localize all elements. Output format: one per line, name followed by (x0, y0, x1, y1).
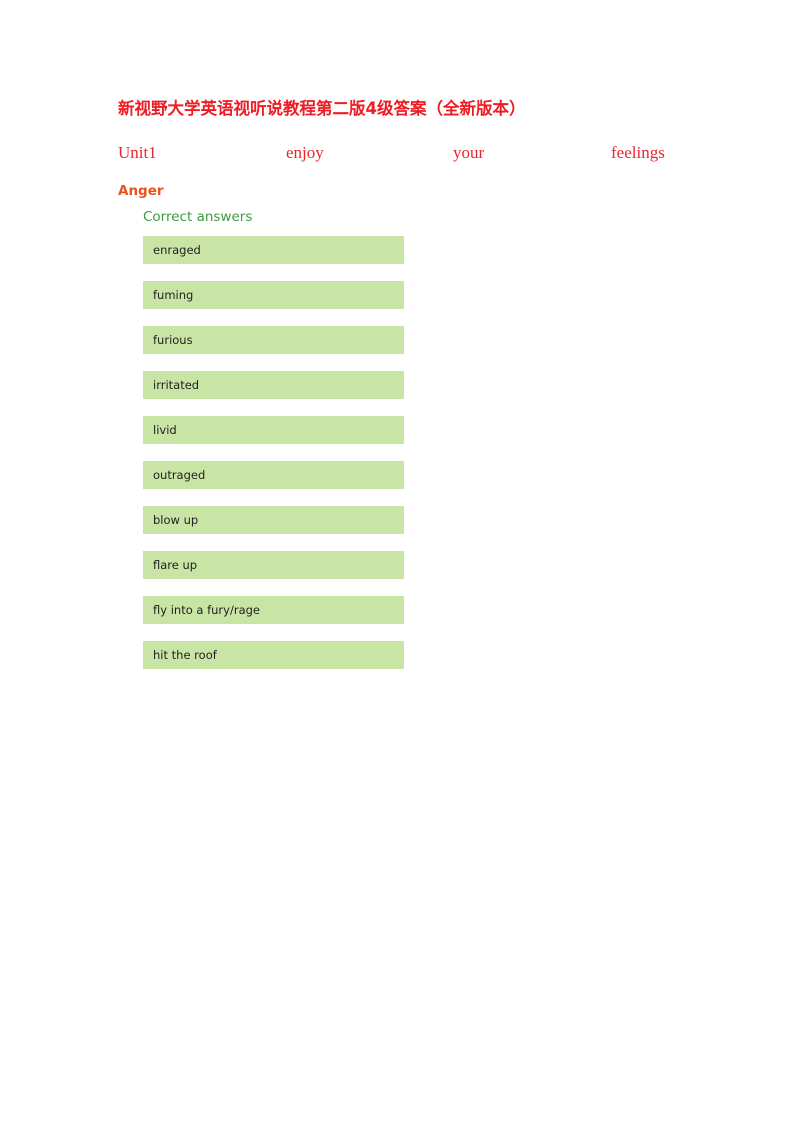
list-item: fly into a fury/rage (143, 596, 404, 624)
unit-word-your: your (453, 143, 485, 162)
list-item: livid (143, 416, 404, 444)
correct-answers-label: Correct answers (143, 209, 253, 225)
list-item: hit the roof (143, 641, 404, 669)
list-item: fuming (143, 281, 404, 309)
answer-list: enraged fuming furious irritated livid o… (143, 236, 404, 669)
unit-heading-line: Unit1 enjoy your feelings (118, 140, 678, 166)
document-page: 新视野大学英语视听说教程第二版4级答案（全新版本） Unit1 enjoy yo… (0, 0, 793, 1122)
section-heading-anger: Anger (118, 183, 164, 199)
list-item: blow up (143, 506, 404, 534)
unit-word-enjoy: enjoy (286, 143, 324, 162)
list-item: outraged (143, 461, 404, 489)
list-item: irritated (143, 371, 404, 399)
list-item: flare up (143, 551, 404, 579)
unit-word-unit1: Unit1 (118, 143, 157, 162)
document-content: 新视野大学英语视听说教程第二版4级答案（全新版本） Unit1 enjoy yo… (118, 98, 678, 669)
unit-word-feelings: feelings (611, 143, 665, 162)
list-item: enraged (143, 236, 404, 264)
page-title: 新视野大学英语视听说教程第二版4级答案（全新版本） (118, 99, 526, 118)
list-item: furious (143, 326, 404, 354)
